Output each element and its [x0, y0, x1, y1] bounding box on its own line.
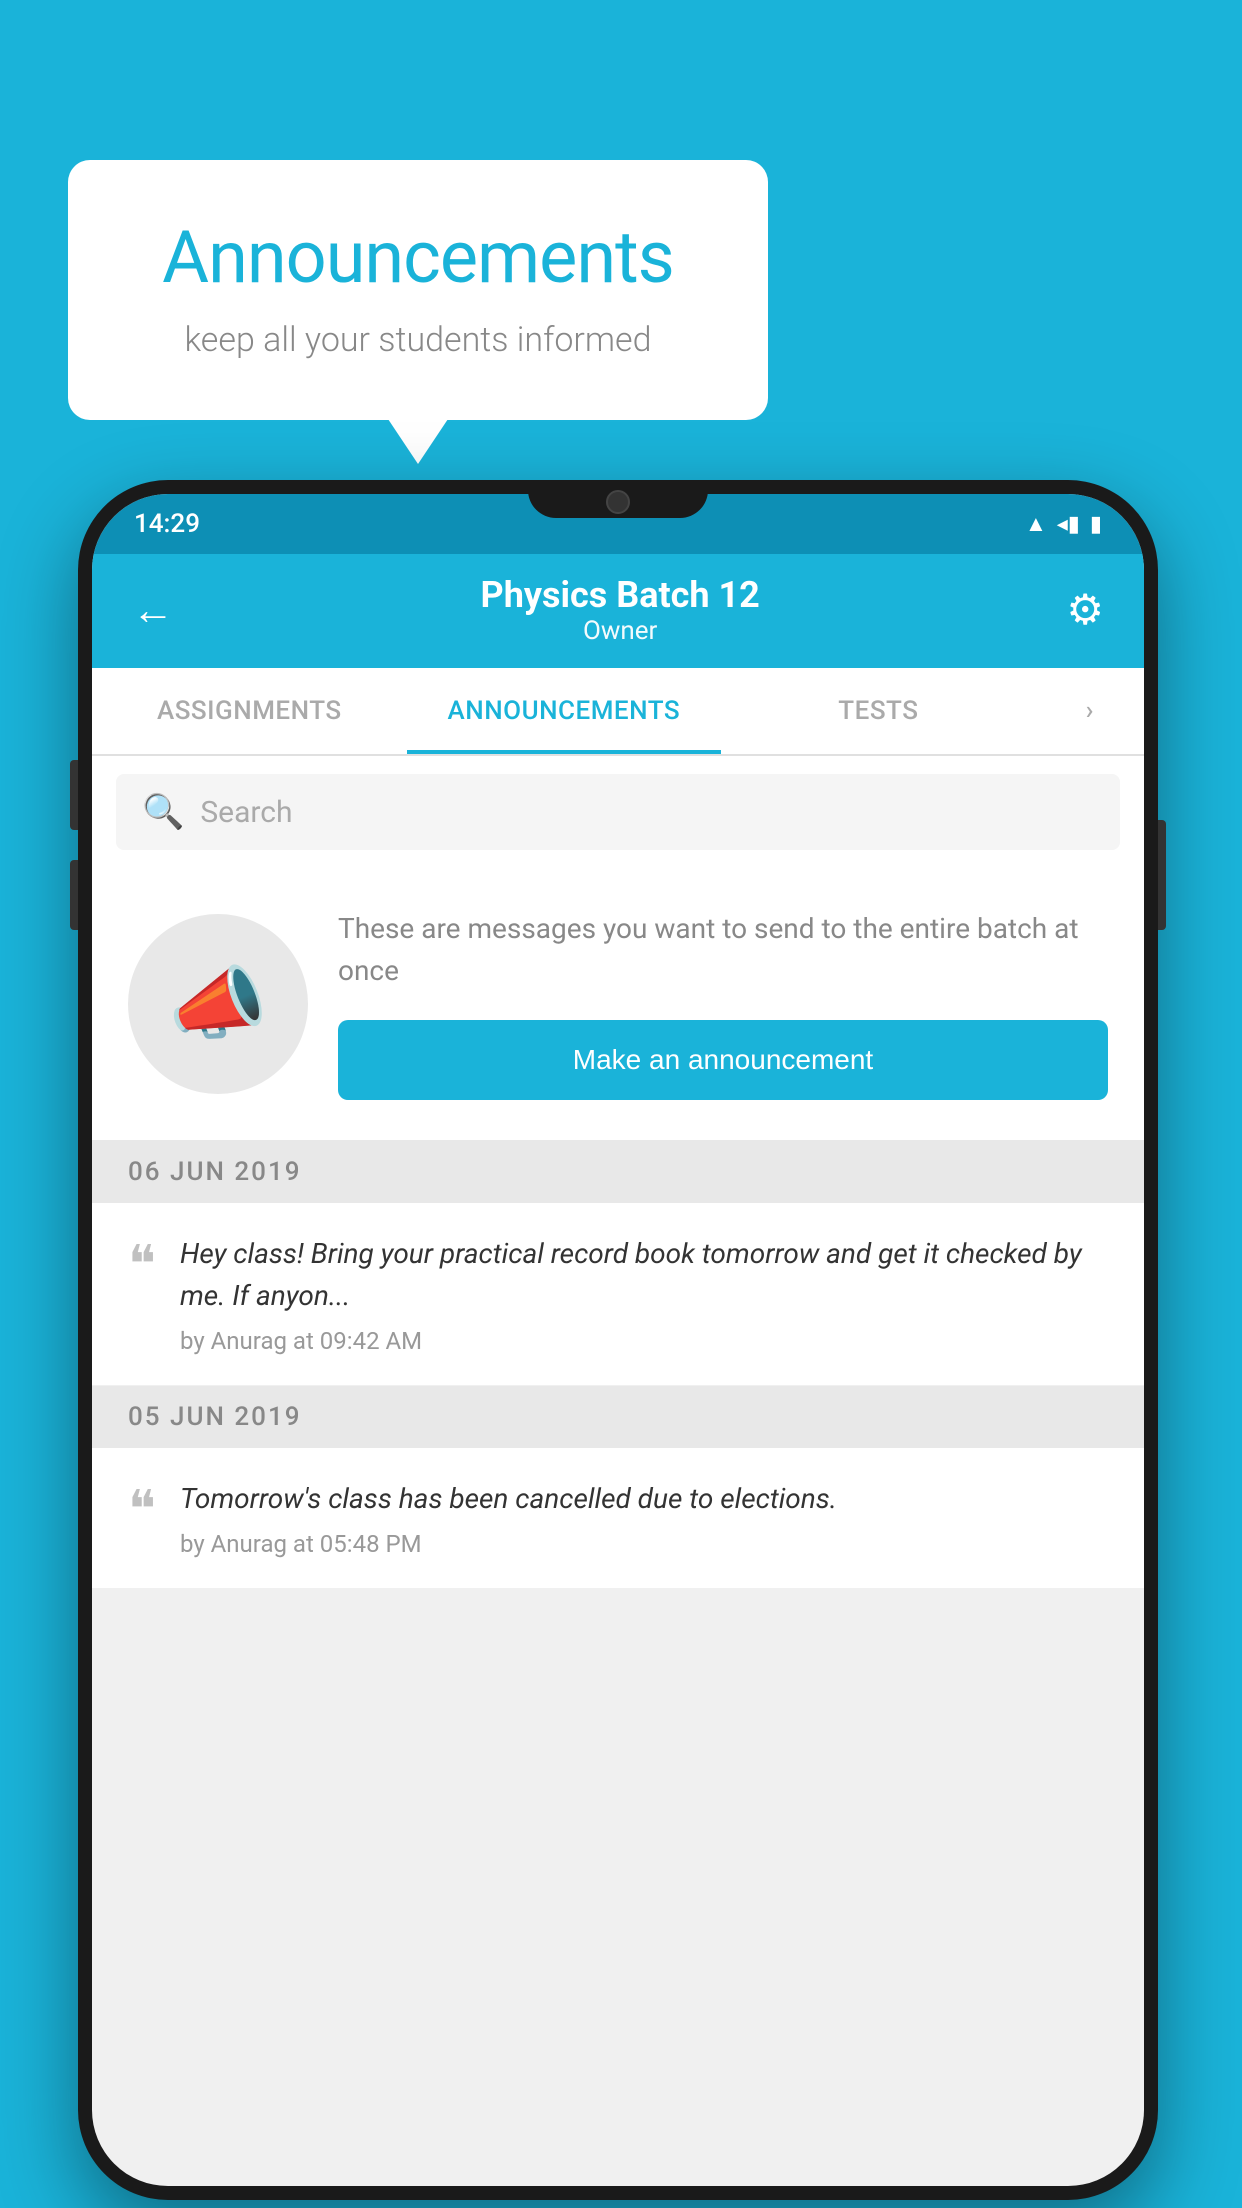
announcement-content-2: Tomorrow's class has been cancelled due … — [180, 1478, 1108, 1558]
header-subtitle: Owner — [481, 616, 760, 646]
announcement-item-1[interactable]: ❝ Hey class! Bring your practical record… — [92, 1203, 1144, 1386]
volume-up-button[interactable] — [70, 760, 78, 830]
phone-camera — [606, 490, 630, 514]
header-title-wrap: Physics Batch 12 Owner — [481, 574, 760, 646]
quote-icon-1: ❝ — [128, 1239, 156, 1291]
wifi-icon: ▲ — [1025, 511, 1047, 537]
tab-assignments[interactable]: ASSIGNMENTS — [92, 668, 407, 754]
date-separator-1: 06 JUN 2019 — [92, 1141, 1144, 1203]
date-label-2: 05 JUN 2019 — [128, 1402, 302, 1432]
announcement-content-1: Hey class! Bring your practical record b… — [180, 1233, 1108, 1355]
cta-right: These are messages you want to send to t… — [338, 908, 1108, 1100]
status-time: 14:29 — [134, 509, 200, 539]
speech-bubble-container: Announcements keep all your students inf… — [68, 160, 768, 420]
app-header: ← Physics Batch 12 Owner ⚙ — [92, 554, 1144, 668]
volume-down-button[interactable] — [70, 860, 78, 930]
announcement-item-2[interactable]: ❝ Tomorrow's class has been cancelled du… — [92, 1448, 1144, 1589]
tab-more[interactable]: › — [1036, 668, 1144, 754]
search-placeholder: Search — [200, 795, 292, 830]
announcement-cta: 📣 These are messages you want to send to… — [92, 868, 1144, 1141]
search-bar-wrap: 🔍 Search — [92, 756, 1144, 868]
quote-icon-2: ❝ — [128, 1484, 156, 1536]
tab-bar: ASSIGNMENTS ANNOUNCEMENTS TESTS › — [92, 668, 1144, 756]
settings-icon[interactable]: ⚙ — [1066, 585, 1104, 635]
search-icon: 🔍 — [142, 792, 184, 832]
phone-outer: 14:29 ▲ ◂▮ ▮ ← Physics Batch 12 Owner ⚙ — [78, 480, 1158, 2200]
signal-icon: ◂▮ — [1057, 512, 1080, 537]
battery-icon: ▮ — [1090, 512, 1102, 537]
tab-tests[interactable]: TESTS — [721, 668, 1036, 754]
tab-announcements[interactable]: ANNOUNCEMENTS — [407, 668, 722, 754]
megaphone-icon: 📣 — [168, 957, 268, 1051]
megaphone-circle: 📣 — [128, 914, 308, 1094]
phone-notch — [528, 480, 708, 518]
status-icons: ▲ ◂▮ ▮ — [1025, 511, 1102, 537]
announcement-text-2: Tomorrow's class has been cancelled due … — [180, 1478, 1108, 1520]
announcement-text-1: Hey class! Bring your practical record b… — [180, 1233, 1108, 1317]
make-announcement-button[interactable]: Make an announcement — [338, 1020, 1108, 1100]
speech-bubble-title: Announcements — [128, 215, 708, 300]
header-title: Physics Batch 12 — [481, 574, 760, 616]
speech-bubble-subtitle: keep all your students informed — [128, 320, 708, 360]
phone-screen: 14:29 ▲ ◂▮ ▮ ← Physics Batch 12 Owner ⚙ — [92, 494, 1144, 2186]
announcement-meta-1: by Anurag at 09:42 AM — [180, 1327, 1108, 1355]
back-button[interactable]: ← — [132, 586, 174, 635]
cta-description: These are messages you want to send to t… — [338, 908, 1108, 992]
date-separator-2: 05 JUN 2019 — [92, 1386, 1144, 1448]
phone-wrap: 14:29 ▲ ◂▮ ▮ ← Physics Batch 12 Owner ⚙ — [78, 480, 1158, 2200]
announcement-meta-2: by Anurag at 05:48 PM — [180, 1530, 1108, 1558]
speech-bubble: Announcements keep all your students inf… — [68, 160, 768, 420]
power-button[interactable] — [1158, 820, 1166, 930]
search-bar[interactable]: 🔍 Search — [116, 774, 1120, 850]
date-label-1: 06 JUN 2019 — [128, 1157, 302, 1187]
